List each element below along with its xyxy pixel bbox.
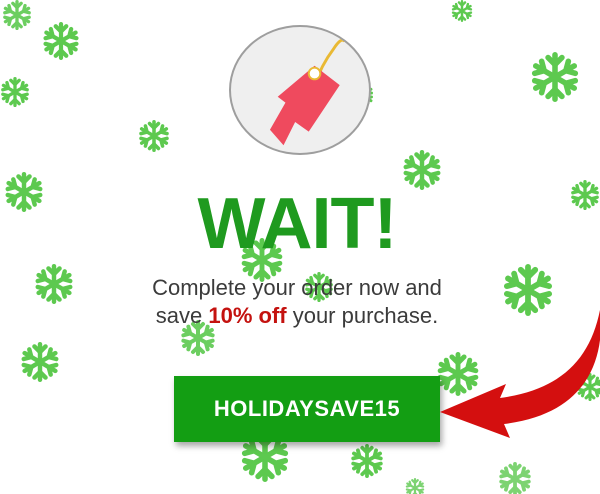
offer-prefix: save (155, 303, 209, 328)
snowflake-icon (446, 0, 478, 22)
snowflake-icon (138, 120, 170, 152)
curved-arrow-icon (440, 300, 600, 450)
snowflake-icon (400, 478, 430, 494)
snowflake-icon (350, 444, 384, 478)
offer-suffix: your purchase. (286, 303, 439, 328)
snowflake-icon (402, 150, 442, 190)
holiday-popup: WAIT! Complete your order now and save 1… (0, 0, 600, 494)
coupon-code-button[interactable]: HOLIDAYSAVE15 (174, 376, 440, 442)
snowflake-icon (20, 342, 60, 382)
snowflake-icon (2, 0, 32, 30)
snowflake-icon (498, 462, 532, 494)
snowflake-icon (0, 72, 30, 112)
discount-highlight: 10% off (208, 303, 287, 328)
snowflake-icon (42, 22, 80, 60)
snowflake-icon (530, 52, 580, 102)
price-tag-icon (269, 38, 346, 146)
headline: WAIT! (197, 184, 398, 264)
offer-message-line1: Complete your order now and (152, 275, 442, 300)
price-tag-badge (229, 25, 371, 155)
